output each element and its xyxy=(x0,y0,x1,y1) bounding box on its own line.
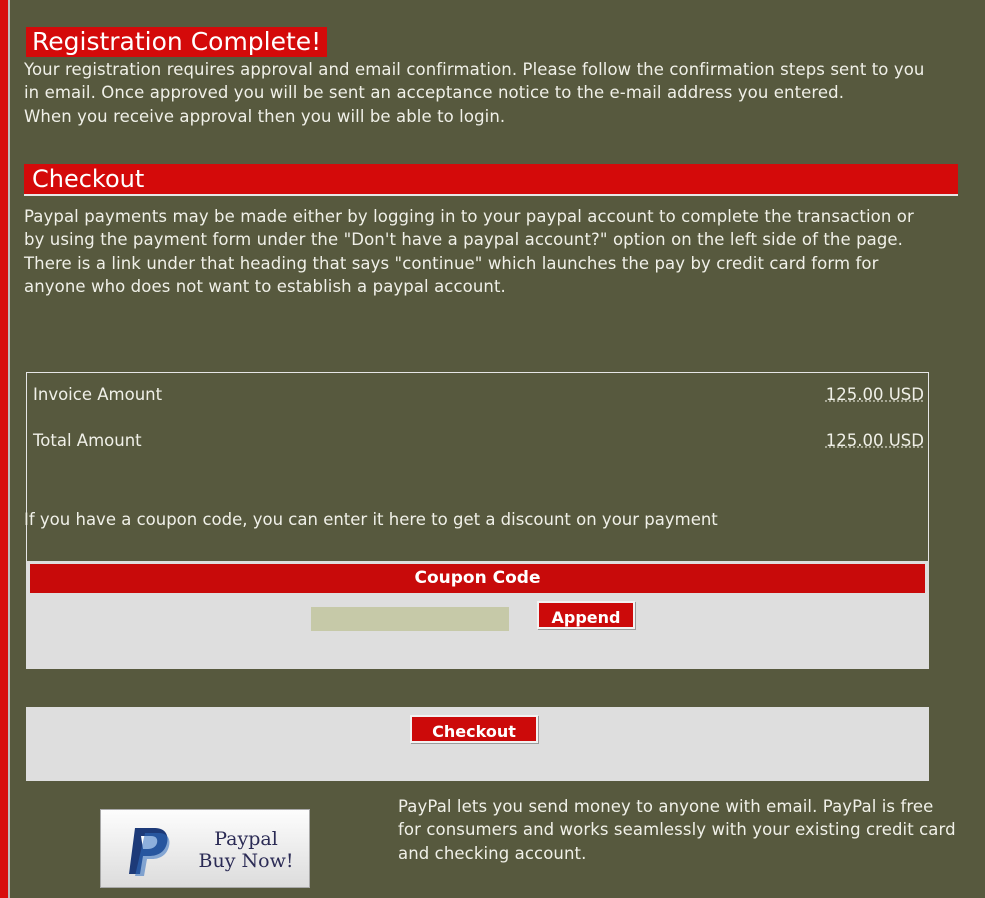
paypal-buy-now-button[interactable]: Paypal Buy Now! xyxy=(100,809,310,888)
paypal-badge-line1: Paypal xyxy=(214,828,278,850)
coupon-panel: Coupon Code Append xyxy=(26,561,929,669)
invoice-amount-label: Invoice Amount xyxy=(33,385,163,404)
invoice-amount-value: 125.00 USD xyxy=(825,385,924,404)
paypal-badge-text: Paypal Buy Now! xyxy=(187,828,305,872)
registration-title: Registration Complete! xyxy=(26,27,328,57)
coupon-code-input[interactable] xyxy=(311,607,509,631)
left-accent-bar xyxy=(0,0,8,898)
checkout-section-title: Checkout xyxy=(32,165,145,193)
checkout-section-header: Checkout xyxy=(24,164,958,196)
invoice-summary: Invoice Amount 125.00 USD Total Amount 1… xyxy=(24,372,929,562)
paypal-instructions: Paypal payments may be made either by lo… xyxy=(24,207,914,297)
total-amount-row: Total Amount 125.00 USD xyxy=(33,429,924,453)
total-amount-label: Total Amount xyxy=(33,431,142,450)
coupon-note: If you have a coupon code, you can enter… xyxy=(24,510,718,529)
checkout-button[interactable]: Checkout xyxy=(410,715,538,743)
checkout-panel: Checkout xyxy=(26,707,929,781)
paypal-logo-icon xyxy=(129,828,170,876)
invoice-amount-row: Invoice Amount 125.00 USD xyxy=(33,383,924,407)
coupon-header: Coupon Code xyxy=(30,564,925,593)
append-button[interactable]: Append xyxy=(537,601,635,629)
paypal-description: PayPal lets you send money to anyone wit… xyxy=(398,797,956,863)
registration-message-line-2: When you receive approval then you will … xyxy=(24,106,506,126)
registration-message: Your registration requires approval and … xyxy=(24,58,944,128)
total-amount-value: 125.00 USD xyxy=(825,431,924,450)
page-background: Registration Complete! Your registration… xyxy=(0,0,985,898)
registration-message-line: Your registration requires approval and … xyxy=(24,60,925,103)
paypal-badge-line2: Buy Now! xyxy=(198,850,294,872)
